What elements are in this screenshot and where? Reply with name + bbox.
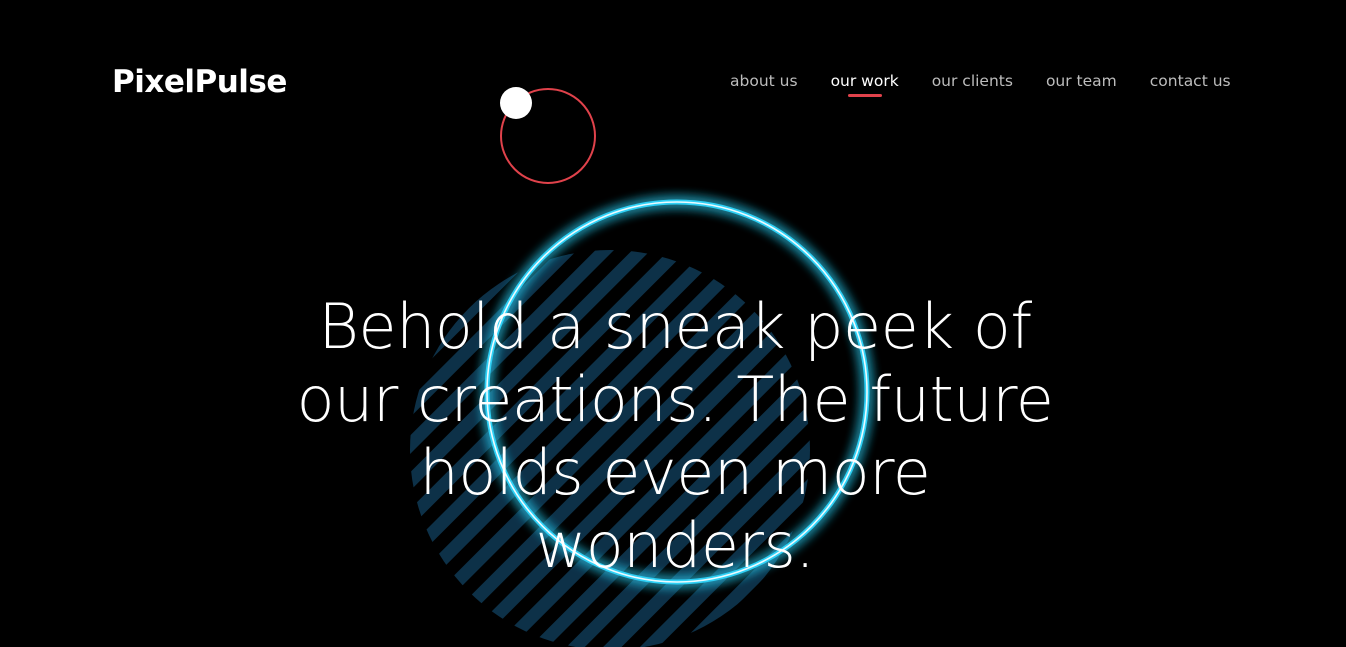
landing-page: PixelPulse about us our work our clients… bbox=[0, 0, 1346, 647]
orbit-dot-icon bbox=[500, 87, 532, 119]
nav-item-about-us[interactable]: about us bbox=[730, 70, 798, 92]
brand-logo[interactable]: PixelPulse bbox=[112, 60, 287, 104]
nav-item-our-team[interactable]: our team bbox=[1046, 70, 1117, 92]
active-indicator bbox=[847, 94, 882, 97]
hero-headline: Behold a sneak peek of our creations. Th… bbox=[296, 289, 1054, 582]
nav-item-contact-us[interactable]: contact us bbox=[1150, 70, 1231, 92]
nav-item-our-clients[interactable]: our clients bbox=[932, 70, 1013, 92]
nav-item-label: our work bbox=[830, 72, 899, 90]
main-nav: about us our work our clients our team c… bbox=[730, 70, 1231, 97]
nav-item-our-work[interactable]: our work bbox=[830, 70, 899, 97]
